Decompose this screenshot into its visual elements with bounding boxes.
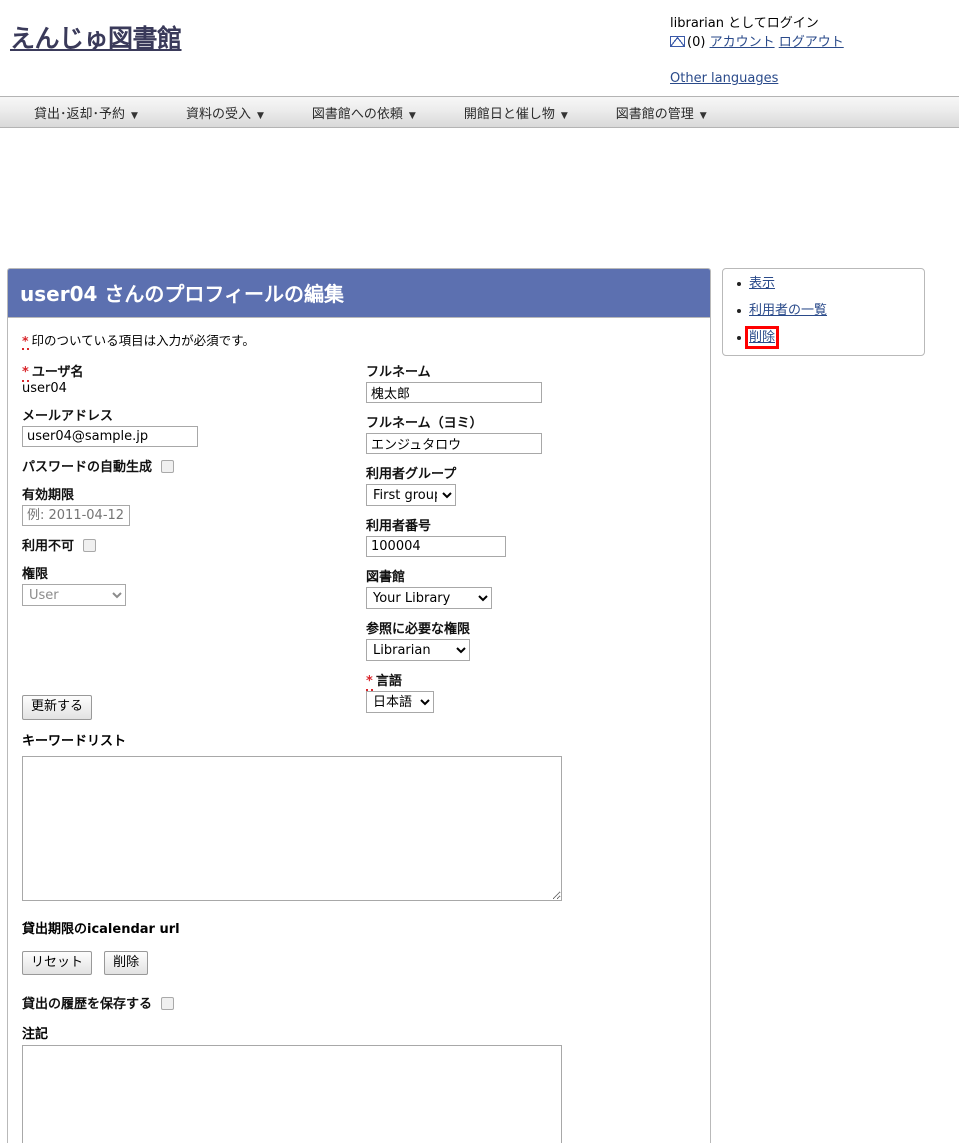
- full-name-label: フルネーム: [366, 365, 431, 380]
- field-required-role: 参照に必要な権限 Librarian: [366, 618, 706, 661]
- field-full-name: フルネーム: [366, 361, 706, 403]
- field-user-number: 利用者番号: [366, 515, 706, 557]
- icalendar-delete-button[interactable]: 削除: [104, 950, 149, 976]
- other-languages-link[interactable]: Other languages: [670, 71, 778, 86]
- main-menu-bar: 貸出･返却･予約 ▼ 資料の受入 ▼ 図書館への依頼 ▼ 開館日と催し物 ▼ 図書館の管…: [0, 96, 959, 128]
- sidebar-item-user-list: 利用者の一覧: [737, 303, 924, 318]
- icalendar-label: 貸出期限のicalendar url: [22, 921, 180, 937]
- sidebar-actions-panel: 表示 利用者の一覧 削除: [722, 268, 925, 356]
- profile-edit-panel: user04 さんのプロフィールの編集 * 印のついている項目は入力が必須です。 …: [7, 268, 711, 1143]
- keyword-list-textarea[interactable]: [22, 755, 562, 901]
- note-label: 注記: [22, 1027, 49, 1043]
- field-email: メールアドレス: [22, 405, 352, 447]
- keyword-list-label: キーワードリスト: [22, 733, 127, 749]
- site-title-link[interactable]: えんじゅ図書館: [10, 19, 182, 55]
- account-link[interactable]: アカウント: [710, 35, 775, 50]
- field-save-checkout-history: 貸出の履歴を保存する: [22, 993, 696, 1012]
- menu-item-administration[interactable]: 図書館の管理 ▼: [616, 103, 707, 122]
- form-column-left: *ユーザ名 user04 メールアドレス パスワードの自動生成 有効期限: [22, 361, 352, 615]
- sidebar-link-user-list[interactable]: 利用者の一覧: [749, 303, 827, 318]
- library-select[interactable]: Your Library: [366, 587, 492, 609]
- username-value: user04: [22, 381, 67, 396]
- user-group-select[interactable]: First group: [366, 484, 456, 506]
- menu-item-label: 資料の受入: [185, 106, 251, 122]
- username-label-text: ユーザ名: [31, 365, 84, 380]
- menu-item-circulation[interactable]: 貸出･返却･予約 ▼: [34, 103, 138, 122]
- field-username: * ユーザ名 user04: [22, 361, 352, 396]
- field-user-group: 利用者グループ First group: [366, 463, 706, 506]
- library-label: 図書館: [366, 570, 406, 585]
- sidebar-link-delete[interactable]: 削除: [744, 326, 780, 349]
- update-button-top[interactable]: 更新する: [22, 695, 93, 720]
- field-expired-at: 有効期限: [22, 484, 352, 526]
- sidebar-item-delete: 削除: [737, 326, 924, 349]
- logout-link[interactable]: ログアウト: [779, 35, 844, 50]
- locked-checkbox[interactable]: [83, 539, 97, 552]
- menu-item-events[interactable]: 開館日と催し物 ▼: [464, 103, 568, 122]
- form-columns: *ユーザ名 user04 メールアドレス パスワードの自動生成 有効期限: [22, 361, 696, 713]
- sidebar-item-show: 表示: [737, 276, 924, 291]
- page-title: user04 さんのプロフィールの編集: [8, 269, 710, 318]
- field-auto-password: パスワードの自動生成: [22, 456, 352, 475]
- menu-item-label: 図書館の管理: [615, 106, 694, 122]
- field-library: 図書館 Your Library: [366, 566, 706, 609]
- required-role-select[interactable]: Librarian: [366, 639, 470, 661]
- required-marker: *: [22, 365, 29, 382]
- language-select[interactable]: 日本語: [366, 691, 434, 713]
- field-role: 権限 User: [22, 563, 352, 606]
- mail-icon[interactable]: [670, 36, 685, 47]
- menu-item-label: 開館日と催し物: [463, 106, 555, 122]
- email-label: メールアドレス: [22, 409, 114, 424]
- chevron-down-icon: ▼: [256, 110, 264, 121]
- locked-label: 利用不可: [22, 539, 75, 554]
- language-label-text: 言語: [375, 674, 402, 689]
- language-label: * 言語: [366, 670, 402, 691]
- sidebar-list: 表示 利用者の一覧 削除: [723, 276, 924, 349]
- required-note-text: 印のついている項目は入力が必須です。: [31, 333, 255, 348]
- required-fields-note: * 印のついている項目は入力が必須です。: [22, 330, 696, 350]
- username-label: * ユーザ名: [22, 361, 84, 382]
- login-status: librarian としてログイン: [670, 16, 819, 31]
- icalendar-button-row: リセット 削除: [22, 950, 696, 976]
- user-number-label: 利用者番号: [366, 519, 432, 534]
- icalendar-reset-button[interactable]: リセット: [22, 950, 93, 976]
- form-column-right: フルネーム フルネーム（ヨミ） 利用者グループ First group: [366, 361, 706, 722]
- chevron-down-icon: ▼: [699, 110, 707, 121]
- menu-item-label: 貸出･返却･予約: [34, 106, 126, 122]
- sidebar-link-show[interactable]: 表示: [749, 276, 775, 291]
- required-marker: *: [22, 333, 29, 350]
- user-number-field[interactable]: [366, 536, 506, 557]
- chevron-down-icon: ▼: [560, 110, 568, 121]
- full-name-field[interactable]: [366, 382, 542, 403]
- auto-password-checkbox[interactable]: [161, 460, 175, 473]
- save-checkout-history-label: 貸出の履歴を保存する: [22, 997, 153, 1013]
- auto-password-label: パスワードの自動生成: [22, 460, 153, 475]
- role-select[interactable]: User: [22, 584, 126, 606]
- user-session-box: librarian としてログイン (0) アカウント ログアウト: [670, 14, 844, 52]
- menu-item-library-request[interactable]: 図書館への依頼 ▼: [312, 103, 416, 122]
- field-locked: 利用不可: [22, 535, 352, 554]
- expired-at-field[interactable]: [22, 505, 130, 526]
- full-name-kana-field[interactable]: [366, 433, 542, 454]
- menu-item-label: 図書館への依頼: [311, 106, 403, 122]
- chevron-down-icon: ▼: [131, 110, 138, 121]
- menu-item-acquisition[interactable]: 資料の受入 ▼: [186, 103, 264, 122]
- mail-count: (0): [687, 35, 706, 50]
- field-language: * 言語 日本語: [366, 670, 706, 713]
- page-header: えんじゅ図書館 librarian としてログイン (0) アカウント ログアウ…: [0, 0, 959, 96]
- user-links-row: (0) アカウント ログアウト: [670, 33, 844, 52]
- save-checkout-history-checkbox[interactable]: [161, 997, 175, 1011]
- email-field[interactable]: [22, 426, 198, 447]
- role-label: 権限: [22, 567, 49, 582]
- user-group-label: 利用者グループ: [366, 467, 457, 482]
- chevron-down-icon: ▼: [408, 110, 416, 121]
- required-marker: *: [366, 674, 373, 691]
- panel-body: * 印のついている項目は入力が必須です。 * ユーザ名 user04 メールアドレス…: [8, 318, 710, 1143]
- field-full-name-kana: フルネーム（ヨミ）: [366, 412, 706, 454]
- note-textarea[interactable]: [22, 1045, 562, 1143]
- full-name-kana-label: フルネーム（ヨミ）: [366, 416, 483, 431]
- expired-at-label: 有効期限: [22, 488, 75, 503]
- required-role-label: 参照に必要な権限: [366, 622, 471, 637]
